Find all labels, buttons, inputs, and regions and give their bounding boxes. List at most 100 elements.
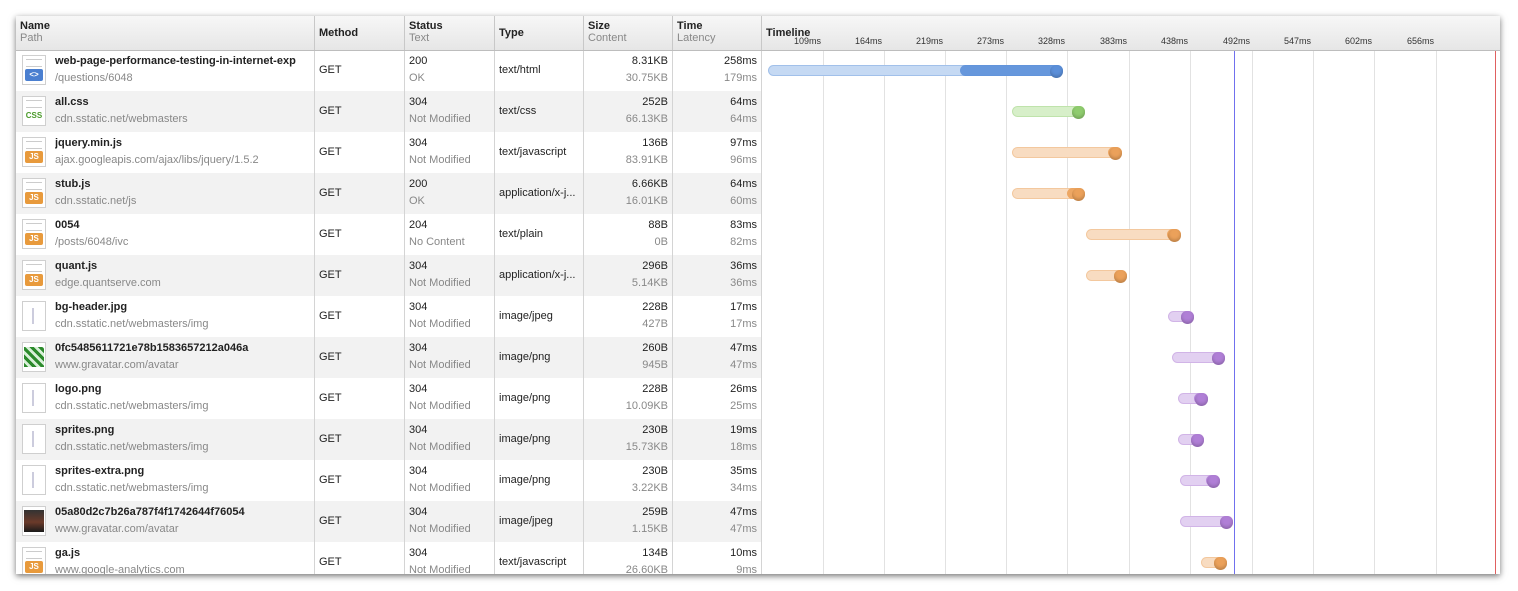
timeline-bar-end — [1206, 475, 1220, 488]
total-time: 35ms — [730, 465, 757, 477]
timeline-bar[interactable] — [1171, 352, 1226, 365]
column-header-status[interactable]: Status Text — [405, 16, 495, 50]
css-icon: CSS — [22, 96, 46, 126]
size-cell: 6.66KB 16.01KB — [584, 173, 673, 214]
content-size: 1.15KB — [631, 523, 668, 535]
name-header-label: Name — [20, 20, 50, 32]
status-cell: 200 OK — [405, 173, 495, 214]
time-cell: 47ms 47ms — [673, 337, 762, 378]
name-cell: JS ga.js www.google-analytics.com — [16, 542, 315, 574]
resource-name: jquery.min.js — [55, 137, 123, 149]
timeline-bar[interactable] — [1085, 229, 1181, 242]
column-header-method[interactable]: Method — [315, 16, 405, 50]
column-header-name[interactable]: Name Path — [16, 16, 315, 50]
status-text: No Content — [409, 236, 465, 248]
column-header-size[interactable]: Size Content — [584, 16, 673, 50]
resource-name: ga.js — [55, 547, 81, 559]
table-row[interactable]: logo.png cdn.sstatic.net/webmasters/img GE… — [16, 378, 1500, 419]
method-value: GET — [319, 474, 342, 486]
resource-path: www.gravatar.com/avatar — [55, 359, 179, 371]
table-row[interactable]: JS ga.js www.google-analytics.com GET 304 Not… — [16, 542, 1500, 574]
timeline-bar[interactable] — [1179, 475, 1220, 488]
size-header-label: Size — [588, 20, 611, 32]
text-header-label: Text — [409, 32, 430, 44]
mime-type: image/png — [499, 474, 551, 486]
latency-time: 34ms — [730, 482, 757, 494]
timeline-bar[interactable] — [1011, 188, 1085, 201]
timeline-bar[interactable] — [1179, 516, 1234, 529]
mime-type: text/html — [499, 64, 541, 76]
table-row[interactable]: JS quant.js edge.quantserve.com GET 304 Not M… — [16, 255, 1500, 296]
name-cell: JS jquery.min.js ajax.googleapis.com/ajax/… — [16, 132, 315, 173]
table-row[interactable]: JS stub.js cdn.sstatic.net/js GET 200 OK appli… — [16, 173, 1500, 214]
status-cell: 304 Not Modified — [405, 542, 495, 574]
content-size: 945B — [642, 359, 668, 371]
transfer-size: 134B — [642, 547, 668, 559]
method-cell: GET — [315, 132, 405, 173]
table-header: Name Path Method Status Text Type Size C… — [16, 16, 1500, 51]
method-value: GET — [319, 146, 342, 158]
method-cell: GET — [315, 337, 405, 378]
timeline-bar[interactable] — [1085, 270, 1128, 283]
status-text: Not Modified — [409, 318, 471, 330]
type-header-label: Type — [499, 27, 524, 39]
total-time: 47ms — [730, 342, 757, 354]
content-size: 5.14KB — [631, 277, 668, 289]
mime-type: application/x-j... — [499, 269, 576, 281]
table-row[interactable]: JS 0054/posts/6048/ivc GET 204 No Content tex… — [16, 214, 1500, 255]
type-cell: text/html — [495, 50, 584, 91]
method-cell: GET — [315, 91, 405, 132]
status-cell: 304 Not Modified — [405, 132, 495, 173]
size-cell: 259B 1.15KB — [584, 501, 673, 542]
method-cell: GET — [315, 419, 405, 460]
column-header-timeline[interactable]: Timeline 109ms 164ms 219ms 273ms 328ms 383ms 4… — [762, 16, 1500, 50]
time-cell: 35ms 34ms — [673, 460, 762, 501]
table-row[interactable]: JS jquery.min.js ajax.googleapis.com/ajax/… — [16, 132, 1500, 173]
timeline-bar[interactable] — [1201, 557, 1228, 570]
table-row[interactable]: bg-header.jpg cdn.sstatic.net/webmasters/… — [16, 296, 1500, 337]
total-time: 64ms — [730, 178, 757, 190]
name-cell: bg-header.jpg cdn.sstatic.net/webmasters/… — [16, 296, 315, 337]
table-row[interactable]: CSS all.css cdn.sstatic.net/webmasters GET 3… — [16, 91, 1500, 132]
column-header-time[interactable]: Time Latency — [673, 16, 762, 50]
timeline-bar[interactable] — [1178, 434, 1205, 447]
status-text: Not Modified — [409, 482, 471, 494]
status-text: Not Modified — [409, 564, 471, 574]
type-cell: application/x-j... — [495, 173, 584, 214]
resource-name: 0054 — [55, 219, 80, 231]
table-row[interactable]: 05a80d2c7b26a787f4f1742644f76054 www.grav… — [16, 501, 1500, 542]
resource-path: ajax.googleapis.com/ajax/libs/jquery/1.5… — [55, 154, 259, 166]
timeline-bar[interactable] — [1168, 311, 1195, 324]
type-cell: image/png — [495, 378, 584, 419]
type-cell: text/plain — [495, 214, 584, 255]
resource-path: cdn.sstatic.net/js — [55, 195, 137, 207]
status-code: 304 — [409, 137, 428, 149]
content-size: 26.60KB — [625, 564, 668, 574]
content-size: 30.75KB — [625, 72, 668, 84]
table-row[interactable]: sprites-extra.png cdn.sstatic.net/webmast… — [16, 460, 1500, 501]
table-row[interactable]: <> web-page-performance-testing-in-intern… — [16, 50, 1500, 91]
gravatar-identicon-icon — [22, 342, 46, 372]
latency-time: 25ms — [730, 400, 757, 412]
table-row[interactable]: 0fc5485611721e78b1583657212a046a www.grav… — [16, 337, 1500, 378]
mime-type: application/x-j... — [499, 187, 576, 199]
time-cell: 97ms 96ms — [673, 132, 762, 173]
timeline-bar[interactable] — [1178, 393, 1209, 406]
timeline-bar[interactable] — [1011, 106, 1085, 119]
js-icon: JS — [22, 547, 46, 574]
column-header-type[interactable]: Type — [495, 16, 584, 50]
load-event-marker — [1495, 50, 1496, 574]
timeline-cell — [762, 419, 1500, 460]
status-cell: 200 OK — [405, 50, 495, 91]
type-cell: image/jpeg — [495, 501, 584, 542]
table-row[interactable]: sprites.png cdn.sstatic.net/webmasters/im… — [16, 419, 1500, 460]
timeline-bar-end — [1214, 557, 1228, 570]
timeline-bar[interactable] — [768, 65, 1063, 78]
latency-time: 36ms — [730, 277, 757, 289]
timeline-bar[interactable] — [1011, 147, 1123, 160]
avatar-photo-icon — [22, 506, 46, 536]
timeline-cell — [762, 50, 1500, 91]
timeline-tick-label: 547ms — [1283, 36, 1311, 46]
method-cell: GET — [315, 173, 405, 214]
timeline-tick-label: 328ms — [1037, 36, 1065, 46]
